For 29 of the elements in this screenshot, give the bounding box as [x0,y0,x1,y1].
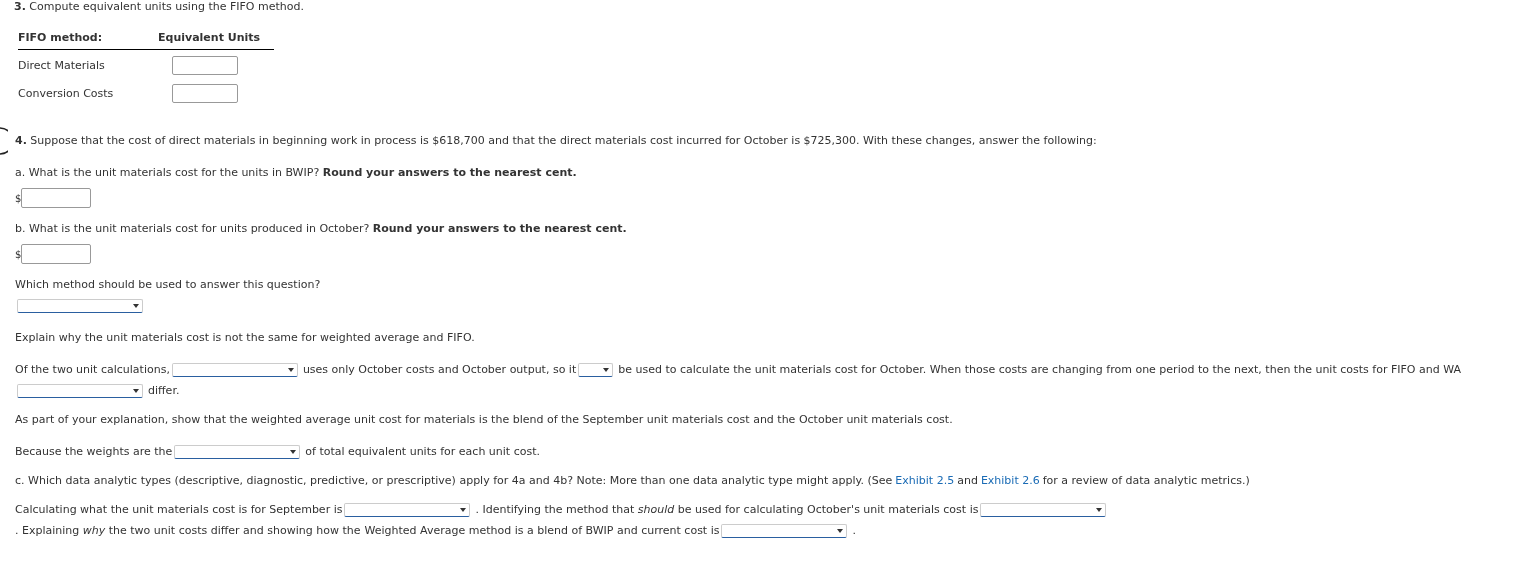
sentence-text: differ. [148,384,180,397]
sentence-text: c. Which data analytic types (descriptive, diagnostic, predictive, or prescriptive) apply for 4a and 4b? Note: More than one data analytic type might apply. (See [15,474,893,487]
sentence-text: Of the two unit calculations, [15,363,170,376]
question-text: As part of your explanation, show that the weighted average unit cost for materials is the blend of the September unit materials cost and the October unit materials cost. [15,413,954,427]
question-text: Which method should be used to answer this question? [15,278,322,292]
question-text: a. What is the unit materials cost for the units in BWIP? Round your answers to the nearest cent. [15,166,578,180]
exhibit-link[interactable]: Exhibit 2.5 [895,474,955,487]
exhibit-link[interactable]: Exhibit 2.6 [980,474,1040,487]
sentence-text: Weighted Average method is a blend of BWIP and current cost is [364,524,720,537]
sentence-text: be used to calculate the unit materials cost for October. When those costs are changing from one period to the next, then the unit costs for FIFO and WA [618,363,1461,376]
row-label: Direct Materials [18,58,105,72]
sentence-text: of total equivalent units for each unit cost. [305,445,540,458]
sentence-text: Because the weights are the [15,445,173,458]
row-label: Conversion Costs [18,86,114,100]
currency-sign: $ [15,192,22,204]
column-header: Equivalent Units [158,27,275,50]
sentence-text: and [957,474,978,487]
column-header: FIFO method: [18,27,158,50]
question-heading: 3. Compute equivalent units using the FIFO method. [14,0,305,14]
sentence-text: . Explaining why the two unit costs differ and showing how the [15,524,361,537]
sentence-text: . [852,524,856,537]
question-text: b. What is the unit materials cost for units produced in October? Round your answers to the nearest cent. [15,222,628,236]
sentence-text: for a review of data analytic metrics.) [1042,474,1250,487]
currency-sign: $ [15,248,22,260]
sentence-text: . Identifying the method that should be used for calculating October's unit materials cost is [475,503,979,516]
question-text: 4. Suppose that the cost of direct materials in beginning work in process is $618,700 and that the direct materials cost incurred for October is $725,300. With these changes, answer the following: [15,134,1098,148]
sentence-text: uses only October costs and October output, so it [302,363,577,376]
sentence-text: Calculating what the unit materials cost is for September is [15,503,343,516]
question-text: Explain why the unit materials cost is not the same for weighted average and FIFO. [15,331,476,345]
